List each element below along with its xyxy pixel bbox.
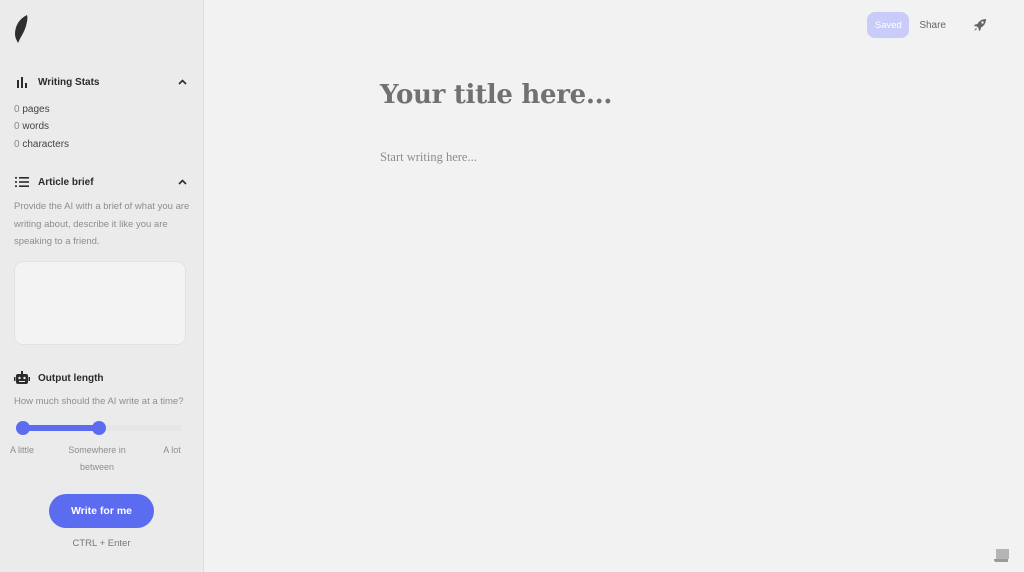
article-brief-title: Article brief <box>38 176 94 188</box>
share-button[interactable]: Share <box>919 20 946 31</box>
rocket-icon[interactable] <box>972 17 988 33</box>
output-length-title: Output length <box>38 372 104 384</box>
top-toolbar: Saved Share <box>867 12 988 38</box>
chevron-up-icon[interactable] <box>176 76 188 88</box>
bar-chart-icon <box>14 74 30 90</box>
keyboard-shortcut-hint: CTRL + Enter <box>72 538 131 549</box>
feather-icon[interactable] <box>12 14 30 44</box>
write-for-me-button[interactable]: Write for me <box>49 494 154 528</box>
article-brief-input[interactable] <box>14 261 186 345</box>
chevron-up-icon[interactable] <box>176 176 188 188</box>
slider-start-knob[interactable] <box>16 421 30 435</box>
writing-stats-title: Writing Stats <box>38 76 100 88</box>
slider-label-little: A little <box>9 445 34 455</box>
output-length-slider[interactable] <box>16 420 184 436</box>
list-icon <box>14 174 30 190</box>
robot-icon <box>14 370 30 386</box>
stat-words: 0 words <box>14 121 50 132</box>
slider-label-lot: A lot <box>163 445 181 455</box>
slider-label-middle: Somewhere in between <box>68 445 126 472</box>
output-length-header: Output length <box>14 369 188 387</box>
sidebar: Writing Stats 0 pages 0 words 0 characte… <box>0 0 204 572</box>
scroll-icon[interactable] <box>993 548 1011 564</box>
article-brief-header[interactable]: Article brief <box>14 173 188 191</box>
stat-pages: 0 pages <box>14 104 50 115</box>
stat-characters: 0 characters <box>14 139 70 150</box>
saved-button[interactable]: Saved <box>867 12 910 38</box>
writing-stats-header[interactable]: Writing Stats <box>14 73 188 91</box>
document-body-input[interactable]: Start writing here... <box>380 150 940 165</box>
slider-handle[interactable] <box>92 421 106 435</box>
document-title-input[interactable]: Your title here... <box>380 80 940 110</box>
output-length-question: How much should the AI write at a time? <box>14 396 184 407</box>
article-brief-description: Provide the AI with a brief of what you … <box>14 201 190 247</box>
